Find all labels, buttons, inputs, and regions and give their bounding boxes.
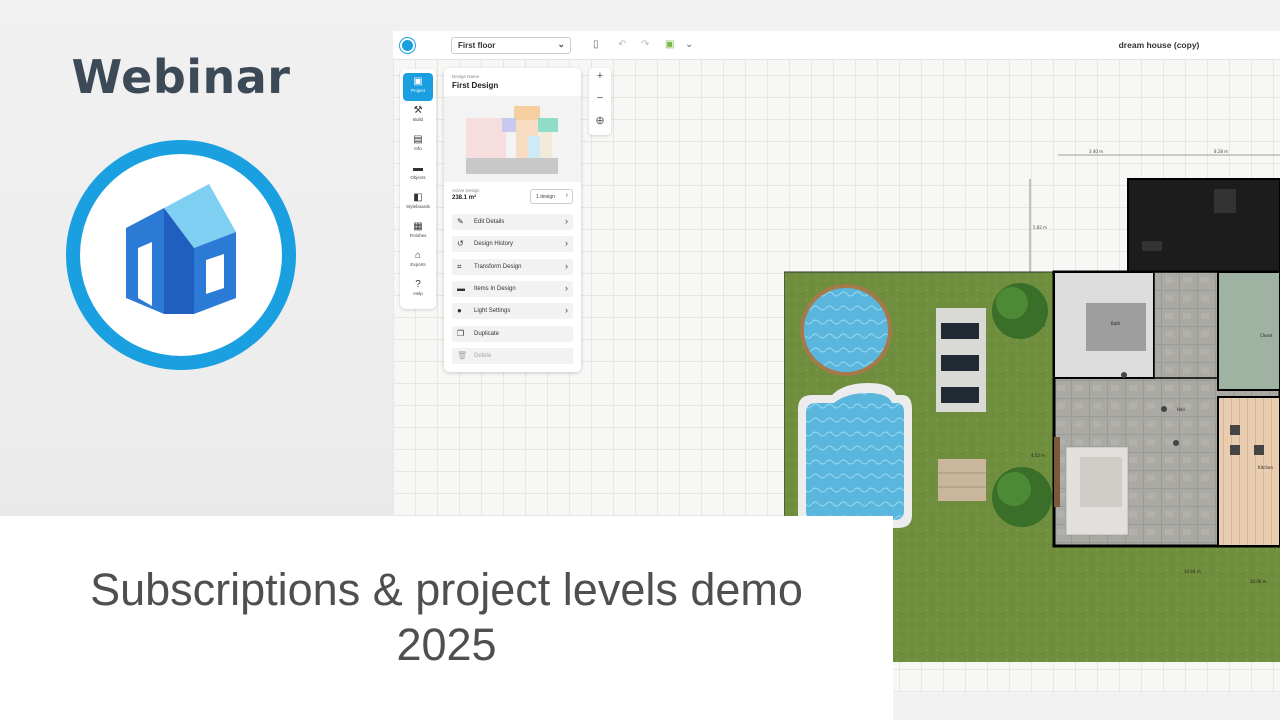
caption-box: Subscriptions & project levels demo 2025	[0, 516, 893, 720]
history-icon: ↺	[457, 239, 464, 249]
sidebar-item-project[interactable]: ▣ Project	[403, 73, 433, 101]
dim-left-low: 4.52 m	[1031, 453, 1045, 458]
app-logo-icon[interactable]	[400, 38, 415, 53]
floor-select[interactable]: First floor ⌄	[451, 37, 571, 54]
sidebar-item-objects[interactable]: ▬ Objects	[403, 160, 433, 188]
recenter-icon[interactable]: ⊕	[589, 114, 611, 127]
room-bath: Bath	[1111, 321, 1121, 326]
menu-item-edit-details[interactable]: ✎ Edit Details ›	[452, 214, 573, 230]
menu-item-label: Light Settings	[474, 308, 511, 315]
dim-left-top: 5.82 m	[1033, 225, 1047, 230]
active-design-label: Active Design	[452, 188, 480, 193]
menu-item-items-in-design[interactable]: ▬ Items In Design ›	[452, 280, 573, 297]
sidebar-item-label: Build	[412, 117, 423, 122]
menu-item-label: Duplicate	[474, 330, 500, 337]
caption-line-1: Subscriptions & project levels demo	[90, 564, 803, 615]
room-hall: Hall	[1177, 407, 1185, 412]
design-name: First Design	[452, 81, 499, 90]
design-thumbnail	[444, 96, 581, 182]
project-icon: ▣	[413, 76, 423, 87]
chevron-right-icon: ›	[565, 216, 568, 226]
dim-top-left: 3.40 m	[1089, 149, 1103, 154]
chevron-right-icon: ›	[565, 192, 568, 199]
chevron-down-icon: ⌄	[557, 39, 565, 49]
sidebar-item-label: Objects	[410, 175, 426, 180]
sidebar-item-label: Help	[413, 291, 423, 296]
dim-top-right: 8.28 m	[1214, 149, 1228, 154]
room-kitchen: Kitchen	[1258, 465, 1273, 470]
sidebar-item-label: Exports	[410, 262, 426, 267]
exports-icon: ⌂	[414, 250, 422, 261]
objects-icon: ▬	[413, 163, 423, 174]
top-toolbar: First floor ⌄ ▯ ↶ ↷ ▣ ⌄ dream house (cop…	[393, 31, 1280, 60]
caption-line-2: 2025	[396, 619, 497, 670]
styleboards-icon: ◧	[413, 192, 423, 203]
menu-item-delete[interactable]: 🗑 Delete	[452, 347, 573, 364]
undo-icon[interactable]: ↶	[618, 39, 626, 50]
chevron-right-icon: ›	[565, 260, 568, 271]
menu-item-transform-design[interactable]: ⌗ Transform Design ›	[452, 258, 573, 275]
chevron-right-icon: ›	[565, 305, 568, 316]
chevron-down-icon[interactable]: ⌄	[685, 39, 693, 50]
design-count: 1 design	[536, 194, 555, 200]
design-name-label: Design Name	[452, 74, 480, 79]
transform-icon: ⌗	[457, 261, 462, 271]
chevron-right-icon: ›	[565, 282, 568, 293]
items-icon: ▬	[457, 283, 465, 293]
menu-item-label: Transform Design	[474, 263, 522, 270]
room-closet: Closet	[1260, 333, 1273, 338]
pencil-icon: ✎	[457, 217, 464, 226]
sidebar-item-styleboards[interactable]: ◧ Styleboards	[403, 189, 433, 217]
caption-text: Subscriptions & project levels demo 2025	[20, 562, 873, 672]
floor-select-value: First floor	[458, 41, 496, 50]
dim-bottom: 10.64 m	[1184, 569, 1201, 574]
build-icon: ⚒	[413, 105, 423, 116]
menu-item-duplicate[interactable]: ❐ Duplicate	[452, 325, 573, 342]
dim-bottom-right: 10.00 m	[1250, 579, 1267, 584]
sidebar-item-label: Project	[410, 88, 425, 93]
menu-item-label: Delete	[474, 352, 492, 359]
sidebar-item-info[interactable]: ▤ Info	[403, 131, 433, 159]
menu-item-design-history[interactable]: ↺ Design History ›	[452, 236, 573, 253]
left-sidebar: ▣ Project ⚒ Build ▤ Info ▬ Objects ◧ Styleboards ▦…	[400, 69, 436, 309]
lightbulb-icon: ●	[457, 306, 462, 316]
chevron-right-icon: ›	[565, 238, 568, 249]
help-icon: ?	[415, 279, 421, 290]
zoom-controls: + − ⊕	[589, 68, 611, 135]
duplicate-icon: ❐	[457, 328, 465, 338]
menu-item-label: Items In Design	[474, 285, 516, 292]
menu-item-label: Edit Details	[474, 219, 505, 225]
finishes-icon: ▦	[413, 221, 423, 232]
menu-item-label: Design History	[474, 241, 514, 248]
webinar-title: Webinar	[71, 50, 291, 104]
project-panel: Design Name First Design Active Design 2…	[444, 68, 581, 372]
menu-item-light-settings[interactable]: ● Light Settings ›	[452, 303, 573, 320]
redo-icon[interactable]: ↷	[641, 39, 649, 50]
sidebar-item-label: Info	[414, 146, 422, 151]
sidebar-item-finishes[interactable]: ▦ Finishes	[403, 218, 433, 246]
brand-logo-icon	[66, 140, 296, 370]
save-status-icon[interactable]: ▣	[665, 39, 674, 50]
active-design-area: 238.1 m²	[452, 195, 477, 201]
new-file-icon[interactable]: ▯	[593, 39, 599, 50]
zoom-in-icon[interactable]: +	[589, 70, 611, 82]
design-count-button[interactable]: 1 design ›	[530, 189, 573, 204]
info-icon: ▤	[413, 134, 423, 145]
sidebar-item-build[interactable]: ⚒ Build	[403, 102, 433, 130]
zoom-out-icon[interactable]: −	[589, 92, 611, 104]
project-name: dream house (copy)	[1118, 40, 1200, 50]
sidebar-item-exports[interactable]: ⌂ Exports	[403, 247, 433, 275]
sidebar-item-label: Styleboards	[406, 204, 430, 209]
trash-icon: 🗑	[457, 350, 468, 360]
sidebar-item-label: Finishes	[409, 233, 427, 238]
sidebar-item-help[interactable]: ? Help	[403, 276, 433, 304]
